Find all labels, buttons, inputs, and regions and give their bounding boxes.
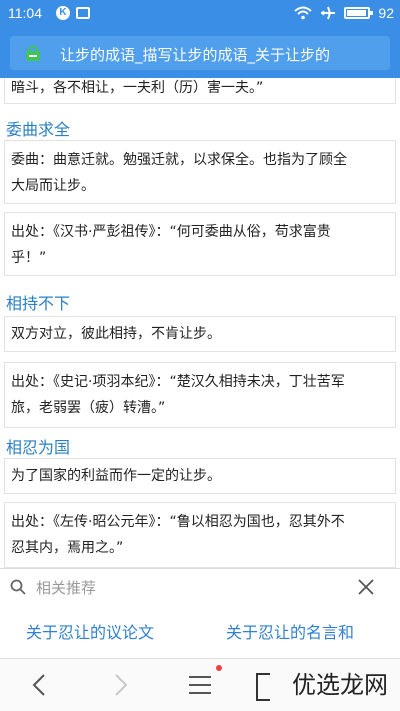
menu-notification-dot: [216, 665, 222, 671]
source-line: 旅，老弱罢（疲）转漕。”: [11, 400, 166, 416]
status-bar: 11:04 K 92: [0, 0, 400, 28]
image-notification-icon: [76, 7, 90, 19]
meaning-line: 大局而让步。: [11, 178, 95, 194]
lock-icon: [26, 45, 40, 61]
recommend-link-1[interactable]: 关于忍让的议论文: [26, 619, 154, 643]
close-icon[interactable]: [356, 577, 376, 597]
airplane-mode-icon: [321, 6, 336, 20]
recommend-link-2[interactable]: 关于忍让的名言和: [226, 619, 354, 643]
idiom-meaning-2: 双方对立，彼此相持，不肯让步。: [4, 316, 396, 352]
address-bar[interactable]: 让步的成语_描写让步的成语_关于让步的: [10, 36, 390, 70]
back-icon[interactable]: [26, 671, 54, 699]
meaning-line: 为了国家的利益而作一定的让步。: [11, 468, 221, 484]
browser-bottom-nav: 优选龙网: [0, 658, 400, 711]
idiom-meaning-3: 为了国家的利益而作一定的让步。: [4, 458, 396, 494]
meaning-line: 双方对立，彼此相持，不肯让步。: [11, 326, 221, 342]
idiom-source-2: 出处：《史记·项羽本纪》：“楚汉久相持未决，丁壮苦军 旅，老弱罢（疲）转漕。”: [4, 362, 396, 428]
watermark-text: 优选龙网: [292, 671, 388, 699]
idiom-source-3: 出处：《左传·昭公元年》：“鲁以相忍为国也，忍其外不 忍其内，焉用之。”: [4, 502, 396, 568]
battery-fill: [347, 10, 366, 16]
source-line: 忍其内，焉用之。”: [11, 540, 124, 556]
article-content: 暗斗，各不相让，一夫利（历）害一夫。” 委曲求全 委曲：曲意迁就。勉强迁就，以求…: [0, 78, 400, 568]
top-fragment-text: 暗斗，各不相让，一夫利（历）害一夫。”: [11, 80, 264, 96]
app-notification-icon: K: [56, 6, 70, 20]
source-line: 出处：《左传·昭公元年》：“鲁以相忍为国也，忍其外不: [11, 514, 345, 530]
idiom-source-1: 出处：《汉书·严彭祖传》：“何可委曲从俗，苟求富贵 乎！”: [4, 212, 396, 276]
watermark-bracket: [256, 673, 270, 701]
battery-level: 92: [378, 5, 394, 21]
idiom-heading-2: 相持不下: [6, 294, 71, 313]
battery-icon: [344, 7, 374, 19]
recommend-title: 相关推荐: [36, 579, 97, 597]
status-time: 11:04: [8, 5, 42, 21]
menu-icon[interactable]: [186, 671, 214, 699]
source-line: 乎！”: [11, 250, 47, 266]
meaning-line: 委曲：曲意迁就。勉强迁就，以求保全。也指为了顾全: [11, 152, 347, 168]
top-fragment-block: 暗斗，各不相让，一夫利（历）害一夫。”: [4, 78, 396, 104]
forward-icon[interactable]: [106, 671, 134, 699]
related-recommend-panel: 相关推荐 关于忍让的议论文 关于忍让的名言和: [0, 568, 400, 658]
search-icon: [10, 579, 26, 595]
source-line: 出处：《汉书·严彭祖传》：“何可委曲从俗，苟求富贵: [11, 224, 331, 240]
title-bar: 让步的成语_描写让步的成语_关于让步的: [0, 28, 400, 78]
idiom-heading-3: 相忍为国: [6, 438, 71, 457]
idiom-meaning-1: 委曲：曲意迁就。勉强迁就，以求保全。也指为了顾全 大局而让步。: [4, 140, 396, 204]
wifi-icon: [294, 6, 313, 20]
page-title: 让步的成语_描写让步的成语_关于让步的: [60, 46, 331, 64]
idiom-heading-1: 委曲求全: [6, 120, 71, 139]
source-line: 出处：《史记·项羽本纪》：“楚汉久相持未决，丁壮苦军: [11, 374, 345, 390]
